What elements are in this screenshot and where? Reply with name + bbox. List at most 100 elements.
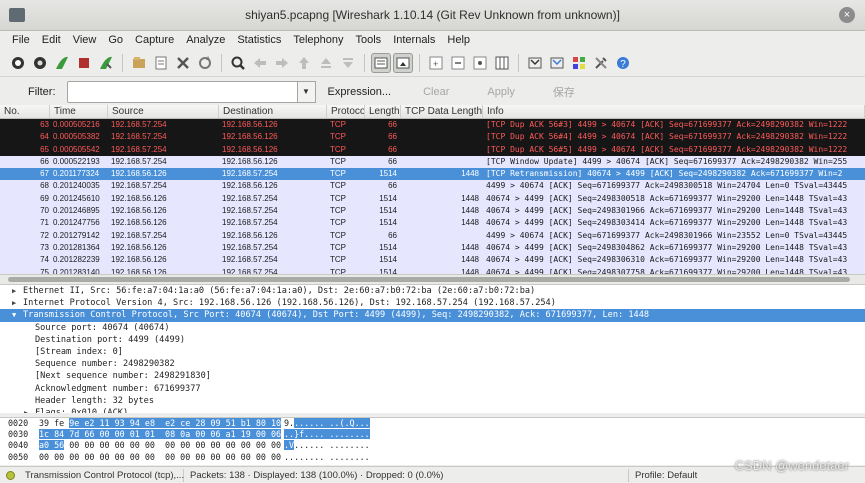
main-toolbar: +?	[0, 49, 865, 77]
clear-button[interactable]: Clear	[414, 86, 458, 98]
packet-row[interactable]: 67 0.201177324 192.168.56.126 192.168.57.25…	[0, 168, 865, 181]
go-last-button[interactable]	[338, 53, 358, 73]
open-file-button[interactable]	[129, 53, 149, 73]
packet-row[interactable]: 70 0.201246895 192.168.56.126 192.168.57.25…	[0, 205, 865, 218]
colorize-button[interactable]	[371, 52, 391, 73]
packet-row[interactable]: 73 0.201281364 192.168.56.126 192.168.57.25…	[0, 241, 865, 255]
menu-view[interactable]: View	[67, 34, 103, 46]
ascii-plain: 9.	[284, 418, 295, 428]
zoom-out-button[interactable]	[448, 53, 468, 73]
hex-row[interactable]: 0020 39 fe 9e e2 11 93 94 e8 e2 ce 28 09 …	[0, 418, 865, 429]
close-window-button[interactable]: ×	[839, 7, 855, 23]
menu-go[interactable]: Go	[102, 34, 129, 46]
capture-filters-button[interactable]	[525, 53, 545, 73]
autoscroll-button[interactable]	[393, 52, 413, 73]
expanded-arrow-icon[interactable]: ▼	[12, 309, 16, 321]
detail-row[interactable]: ▶ Internet Protocol Version 4, Src: 192.1…	[0, 297, 865, 309]
collapsed-arrow-icon[interactable]: ▶	[12, 285, 16, 297]
filter-input[interactable]	[66, 80, 298, 103]
menu-help[interactable]: Help	[441, 34, 476, 46]
hex-offset: 0050	[8, 451, 29, 462]
go-to-packet-button[interactable]	[294, 53, 314, 73]
stop-capture-button[interactable]	[74, 53, 94, 73]
go-back-button[interactable]	[250, 53, 270, 73]
packet-row[interactable]: 64 0.000505382 192.168.57.254 192.168.56.12…	[0, 131, 865, 144]
start-capture-button[interactable]	[52, 53, 72, 73]
hex-row[interactable]: 0030 1c 84 7d 66 00 00 01 01 08 0a 00 06 …	[0, 429, 865, 440]
packet-row[interactable]: 63 0.000505216 192.168.57.254 192.168.56.12…	[0, 119, 865, 132]
collapsed-arrow-icon[interactable]: ▶	[24, 407, 28, 413]
go-forward-button[interactable]	[272, 53, 292, 73]
restart-capture-button[interactable]	[96, 53, 116, 73]
menu-telephony[interactable]: Telephony	[287, 34, 349, 46]
save-file-button[interactable]	[151, 53, 171, 73]
packet-cell-proto: TCP	[330, 181, 346, 191]
find-packet-button[interactable]	[228, 53, 248, 73]
go-first-button[interactable]	[316, 53, 336, 73]
menu-statistics[interactable]: Statistics	[231, 34, 287, 46]
packet-row[interactable]: 71 0.201247756 192.168.56.126 192.168.57.25…	[0, 217, 865, 230]
packet-cell-info: [TCP Window Update] 4499 > 40674 [ACK] S…	[486, 156, 848, 166]
packet-list-hscrollbar[interactable]	[0, 274, 865, 284]
expression-button[interactable]: Expression...	[319, 86, 401, 98]
packet-row[interactable]: 65 0.000505542 192.168.57.254 192.168.56.12…	[0, 143, 865, 156]
packet-cell-info: [TCP Retransmission] 40674 > 4499 [ACK] …	[486, 169, 843, 179]
detail-row[interactable]: ▶ Ethernet II, Src: 56:fe:a7:04:1a:a0 (56…	[0, 285, 865, 297]
detail-text: Transmission Control Protocol, Src Port:…	[23, 310, 650, 321]
column-header-length[interactable]: Length	[365, 105, 401, 118]
detail-row[interactable]: ▼ Transmission Control Protocol, Src Port…	[0, 309, 865, 322]
column-header-info[interactable]: Info	[483, 105, 865, 118]
detail-row[interactable]: ▶ Flags: 0x010 (ACK)	[0, 407, 865, 413]
packet-row[interactable]: 74 0.201282239 192.168.56.126 192.168.57.25…	[0, 254, 865, 267]
column-header-no[interactable]: No.	[0, 105, 50, 118]
close-file-button[interactable]	[173, 53, 193, 73]
menu-internals[interactable]: Internals	[387, 34, 441, 46]
filter-dropdown-button[interactable]: ▼	[297, 80, 316, 103]
save-filter-button[interactable]: 保存	[544, 84, 584, 100]
hex-row[interactable]: 0040 a0 56 00 00 00 00 00 00 00 00 00 00 …	[0, 440, 865, 451]
packet-row[interactable]: 72 0.201279142 192.168.57.254 192.168.56.12…	[0, 229, 865, 242]
reload-button[interactable]	[195, 53, 215, 73]
preferences-button[interactable]	[591, 53, 611, 73]
resize-columns-button[interactable]	[492, 53, 512, 73]
packet-cell-tcplen: 1448	[461, 267, 479, 274]
open-file-icon	[133, 56, 145, 68]
detail-row[interactable]: Destination port: 4499 (4499)	[0, 334, 865, 346]
packet-row[interactable]: 66 0.000522193 192.168.57.254 192.168.56.12…	[0, 155, 865, 169]
column-header-time[interactable]: Time	[50, 105, 108, 118]
column-header-protocol[interactable]: Protocol	[327, 105, 365, 118]
packet-row[interactable]: 68 0.201240035 192.168.57.254 192.168.56.12…	[0, 180, 865, 193]
detail-row[interactable]: Sequence number: 2498290382	[0, 358, 865, 370]
normal-size-button[interactable]	[470, 53, 490, 73]
go-last-icon	[343, 57, 353, 68]
detail-row[interactable]: [Stream index: 0]	[0, 346, 865, 358]
toolbar-separator	[221, 53, 222, 72]
options-button[interactable]	[30, 53, 50, 73]
packet-row[interactable]: 75 0.201283140 192.168.56.126 192.168.57.25…	[0, 266, 865, 274]
interfaces-button[interactable]	[8, 53, 28, 73]
menu-capture[interactable]: Capture	[129, 34, 180, 46]
status-profile-text[interactable]: Profile: Default	[629, 469, 703, 482]
detail-row[interactable]: Header length: 32 bytes	[0, 395, 865, 407]
detail-row[interactable]: [Next sequence number: 2498291830]	[0, 370, 865, 382]
column-header-source[interactable]: Source	[108, 105, 219, 118]
menu-analyze[interactable]: Analyze	[180, 34, 231, 46]
column-header-tcp-data-length[interactable]: TCP Data Length	[401, 105, 483, 118]
apply-button[interactable]: Apply	[478, 86, 524, 98]
column-header-destination[interactable]: Destination	[219, 105, 327, 118]
menu-tools[interactable]: Tools	[350, 34, 388, 46]
detail-row[interactable]: Source port: 40674 (40674)	[0, 322, 865, 334]
coloring-rules-button[interactable]	[569, 53, 589, 73]
menu-edit[interactable]: Edit	[36, 34, 67, 46]
expert-info-icon[interactable]	[6, 470, 15, 480]
display-filters-button[interactable]	[547, 53, 567, 73]
menu-file[interactable]: File	[6, 34, 36, 46]
display-filters-icon	[550, 57, 564, 68]
packet-cell-proto: TCP	[330, 132, 346, 142]
collapsed-arrow-icon[interactable]: ▶	[12, 297, 16, 309]
help-button[interactable]: ?	[613, 53, 633, 73]
hscrollbar-thumb[interactable]	[8, 277, 850, 282]
packet-row[interactable]: 69 0.201245610 192.168.56.126 192.168.57.25…	[0, 192, 865, 206]
detail-row[interactable]: Acknowledgment number: 671699377	[0, 383, 865, 395]
zoom-in-button[interactable]: +	[426, 53, 446, 73]
